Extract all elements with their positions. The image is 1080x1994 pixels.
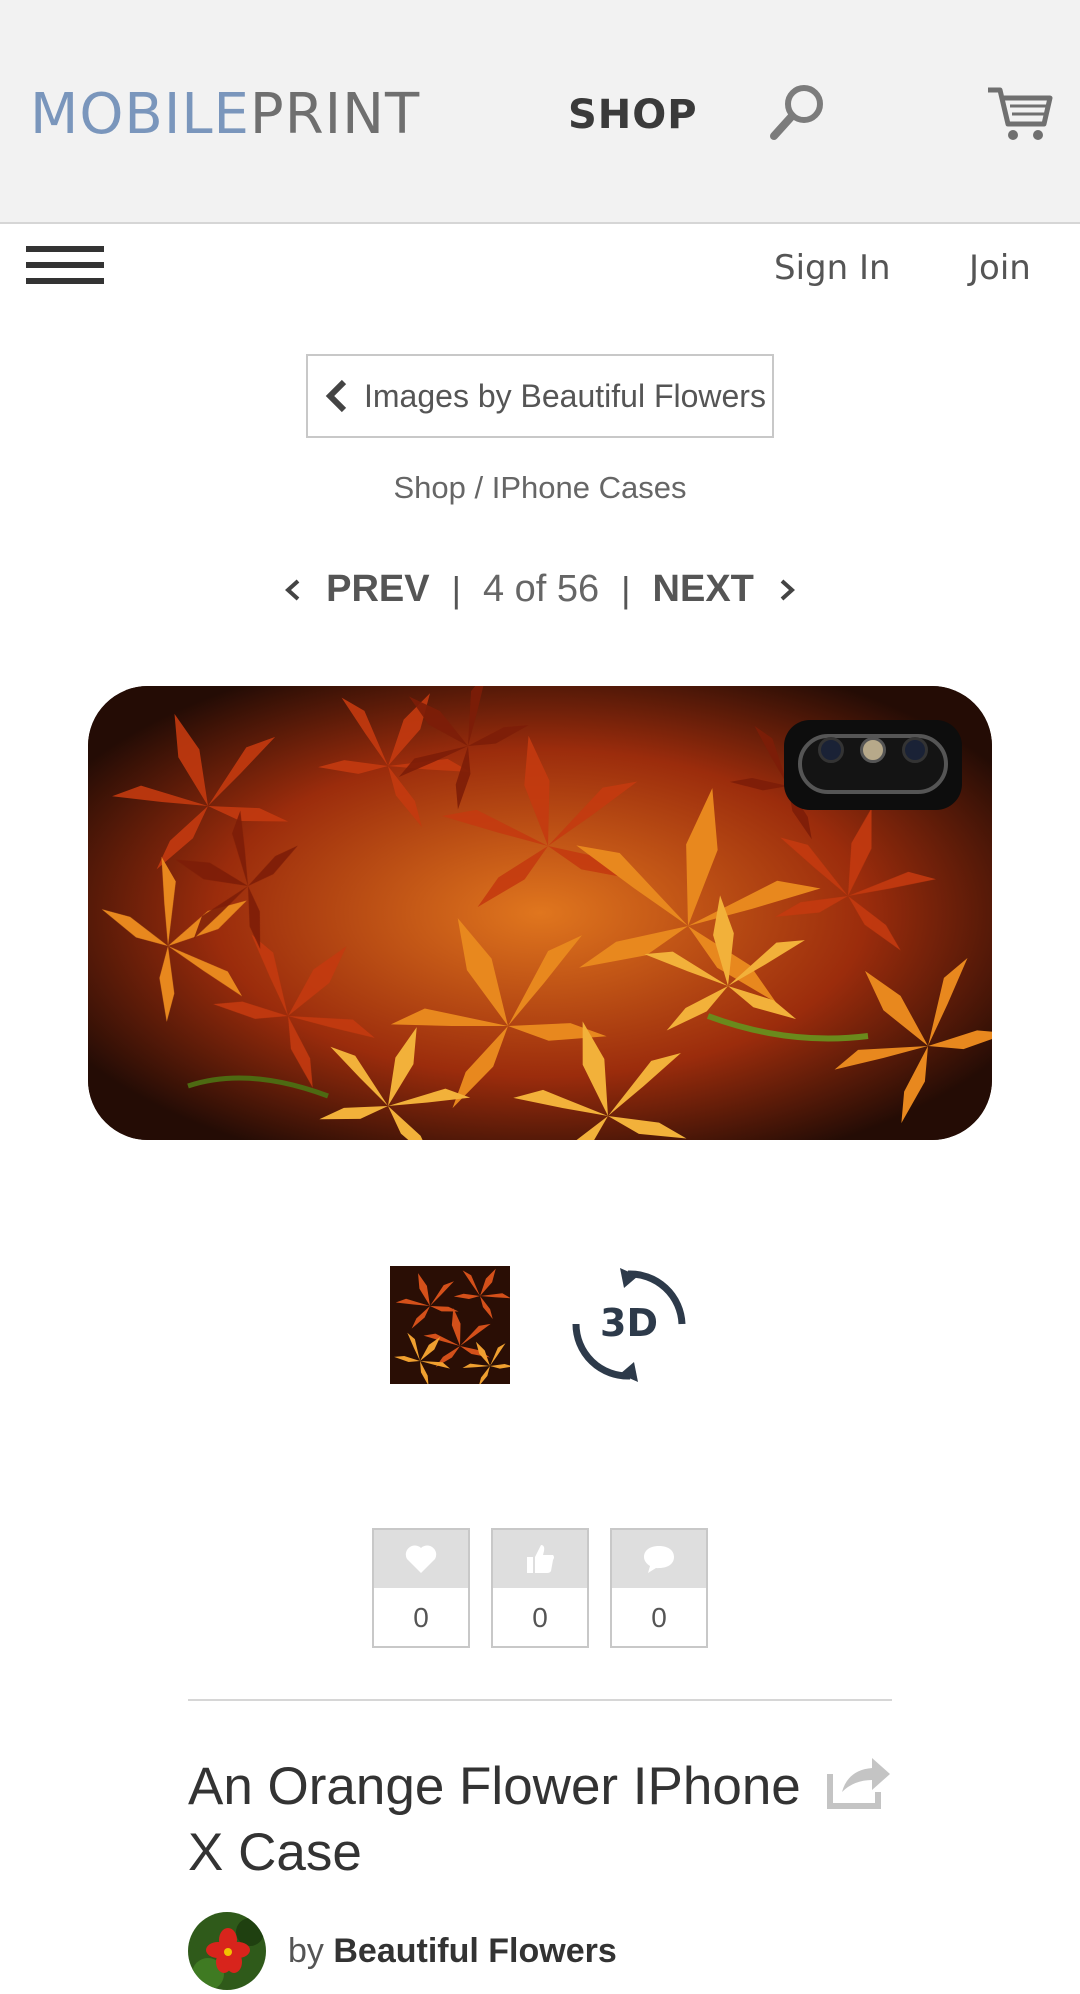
site-logo[interactable]: MOBILEPRINT — [30, 84, 420, 146]
view-3d-button[interactable]: 3D — [566, 1262, 692, 1388]
next-label: NEXT — [652, 568, 754, 610]
artist-name[interactable]: Beautiful Flowers — [333, 1932, 616, 1970]
hamburger-icon[interactable] — [26, 246, 106, 290]
comment-icon — [612, 1530, 706, 1588]
likes-counter[interactable]: 0 — [491, 1528, 589, 1648]
site-header: MOBILEPRINT SHOP — [0, 0, 1080, 224]
next-button[interactable]: NEXT — [653, 568, 798, 611]
phone-camera — [784, 720, 962, 810]
shop-link[interactable]: SHOP — [568, 92, 698, 138]
sign-in-link[interactable]: Sign In — [774, 248, 891, 288]
view-3d-label: 3D — [600, 1301, 658, 1345]
menu-bar — [26, 262, 104, 268]
avatar[interactable] — [188, 1912, 266, 1990]
section-divider — [188, 1699, 892, 1701]
pager-separator: | — [451, 568, 461, 610]
prev-label: PREV — [326, 568, 430, 610]
menu-bar — [26, 278, 104, 284]
breadcrumb-separator: / — [465, 470, 492, 505]
breadcrumb-shop[interactable]: Shop — [394, 470, 466, 505]
artist-byline: by Beautiful Flowers — [288, 1932, 617, 1971]
heart-icon — [374, 1530, 468, 1588]
prev-button[interactable]: PREV — [282, 568, 430, 611]
favorites-counter[interactable]: 0 — [372, 1528, 470, 1648]
favorites-count: 0 — [413, 1602, 429, 1633]
camera-lens — [818, 737, 844, 763]
chevron-left-icon — [285, 579, 300, 600]
search-icon[interactable] — [766, 80, 830, 144]
join-link[interactable]: Join — [969, 248, 1031, 288]
likes-count: 0 — [532, 1602, 548, 1633]
artist-info[interactable]: by Beautiful Flowers — [188, 1912, 617, 1990]
pager-position: 4 of 56 — [482, 568, 600, 610]
back-to-artist-button[interactable]: Images by Beautiful Flowers — [306, 354, 774, 438]
chevron-left-icon — [325, 379, 347, 413]
back-button-label: Images by Beautiful Flowers — [364, 377, 766, 414]
camera-flash — [860, 737, 886, 763]
camera-lens — [902, 737, 928, 763]
logo-text-mobile: MOBILE — [30, 84, 250, 146]
product-title: An Orange Flower IPhone X Case — [188, 1757, 801, 1882]
artwork-thumbnail[interactable] — [390, 1266, 510, 1384]
breadcrumb-category[interactable]: IPhone Cases — [492, 470, 687, 505]
cart-icon[interactable] — [986, 84, 1054, 144]
comments-count: 0 — [651, 1602, 667, 1633]
comments-counter[interactable]: 0 — [610, 1528, 708, 1648]
share-icon[interactable] — [826, 1752, 892, 1810]
product-pager: PREV | 4 of 56 | NEXT — [0, 568, 1080, 611]
menu-bar — [26, 246, 104, 252]
thumbs-up-icon — [493, 1530, 587, 1588]
by-label: by — [288, 1931, 324, 1970]
pager-separator: | — [621, 568, 631, 610]
breadcrumb: Shop / IPhone Cases — [0, 470, 1080, 506]
logo-text-print: PRINT — [249, 84, 420, 146]
chevron-right-icon — [780, 579, 795, 600]
